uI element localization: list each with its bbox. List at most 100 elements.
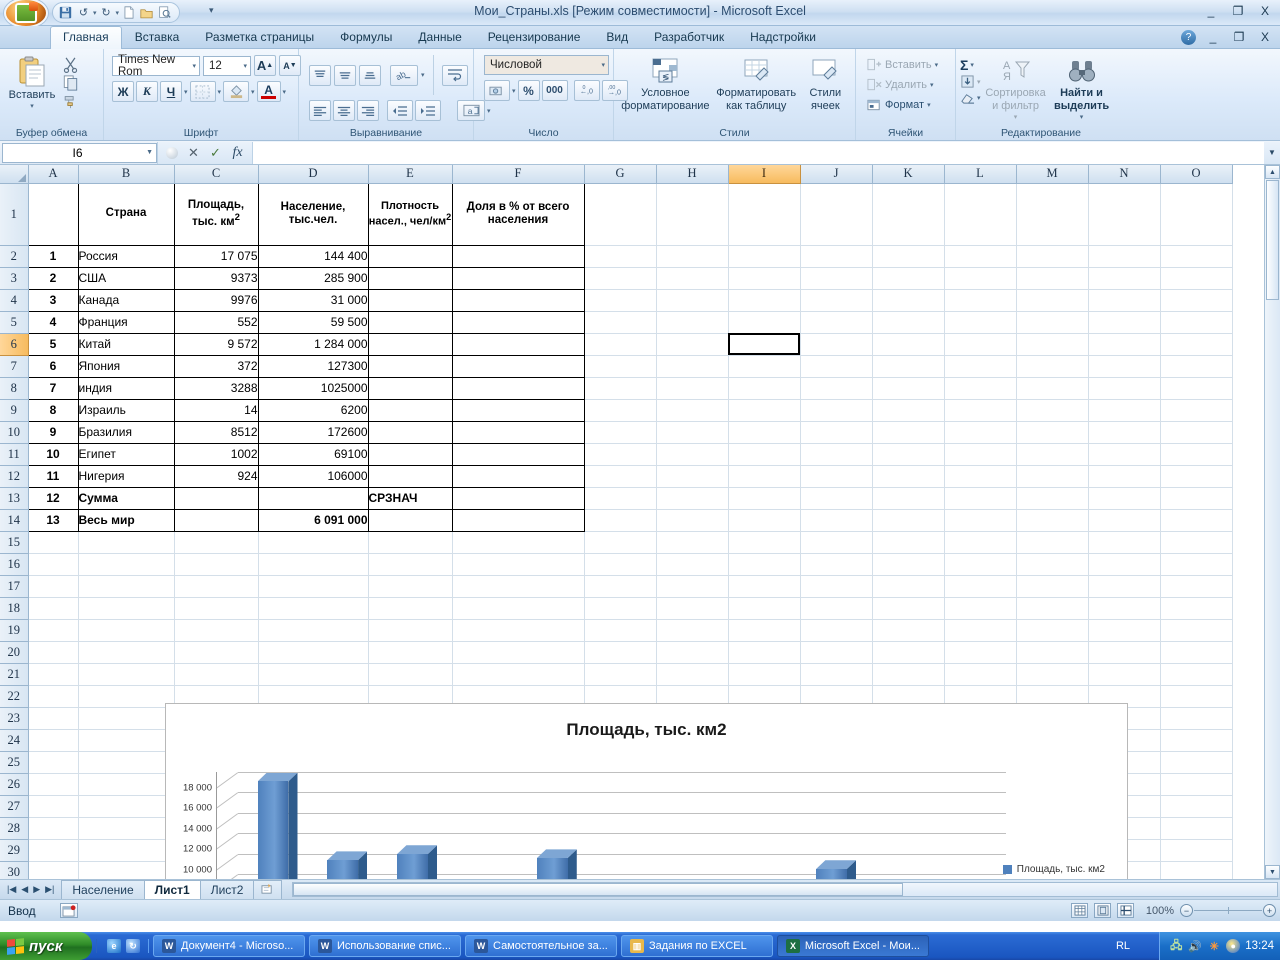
cell-E15[interactable] xyxy=(368,531,453,554)
vertical-scroll-thumb[interactable] xyxy=(1266,180,1279,300)
cell-F16[interactable] xyxy=(452,553,585,576)
cell-K16[interactable] xyxy=(872,553,945,576)
cell-I16[interactable] xyxy=(728,553,801,576)
cell-J17[interactable] xyxy=(800,575,873,598)
cell-G7[interactable] xyxy=(584,355,657,378)
align-top-button[interactable] xyxy=(309,64,331,86)
cell-B17[interactable] xyxy=(78,575,175,598)
cell-L13[interactable] xyxy=(944,487,1017,510)
cell-F2[interactable] xyxy=(451,244,585,268)
minimize-button[interactable]: _ xyxy=(1202,3,1220,19)
cell-O2[interactable] xyxy=(1160,245,1233,268)
font-color-button[interactable]: A xyxy=(256,81,281,102)
taskbar-item-ispolzovanie[interactable]: W Использование спис... xyxy=(309,935,461,957)
cell-C6[interactable]: 9 572 xyxy=(173,332,259,356)
font-name-combo[interactable]: Times New Rom ▾ xyxy=(112,54,200,78)
cell-J4[interactable] xyxy=(800,289,873,312)
cell-N18[interactable] xyxy=(1088,597,1161,620)
taskbar-item-excel[interactable]: X Microsoft Excel - Мои... xyxy=(777,935,929,957)
table-row[interactable]: 4 3 Канада 9976 31 000 xyxy=(0,288,1233,312)
cell-L18[interactable] xyxy=(944,597,1017,620)
cell-H11[interactable] xyxy=(656,443,729,466)
cell-N19[interactable] xyxy=(1088,619,1161,642)
antivirus-icon[interactable]: ✳ xyxy=(1207,939,1221,953)
cell-H17[interactable] xyxy=(656,575,729,598)
cell-C19[interactable] xyxy=(174,619,259,642)
cell-H5[interactable] xyxy=(656,311,729,334)
cell-B7[interactable]: Япония xyxy=(77,354,175,378)
cell-D19[interactable] xyxy=(258,619,369,642)
table-row[interactable]: 3 2 США 9373 285 900 xyxy=(0,266,1233,290)
table-row[interactable]: 20 xyxy=(0,641,1233,664)
cell-O24[interactable] xyxy=(1160,729,1233,752)
cell-D2[interactable]: 144 400 xyxy=(257,244,369,268)
cell-B10[interactable]: Бразилия xyxy=(77,420,175,444)
row-header-23[interactable]: 23 xyxy=(0,707,29,730)
row-header-10[interactable]: 10 xyxy=(0,421,29,444)
cell-K11[interactable] xyxy=(872,443,945,466)
cell-B13[interactable]: Сумма xyxy=(77,486,175,510)
cell-I17[interactable] xyxy=(728,575,801,598)
number-format-dropdown-icon[interactable]: ▾ xyxy=(601,61,605,69)
cell-L14[interactable] xyxy=(944,509,1017,532)
cell-F8[interactable] xyxy=(451,376,585,400)
cell-C13[interactable] xyxy=(173,486,259,510)
currency-dropdown-icon[interactable]: ▾ xyxy=(512,87,516,95)
cell-K15[interactable] xyxy=(872,531,945,554)
cell-G18[interactable] xyxy=(584,597,657,620)
cell-M16[interactable] xyxy=(1016,553,1089,576)
cell-O26[interactable] xyxy=(1160,773,1233,796)
zoom-out-button[interactable]: − xyxy=(1180,904,1193,917)
cell-J1[interactable] xyxy=(800,183,873,246)
paste-dropdown-icon[interactable]: ▾ xyxy=(30,102,34,110)
cell-N14[interactable] xyxy=(1088,509,1161,532)
record-macro-icon[interactable] xyxy=(60,903,78,918)
cell-I5[interactable] xyxy=(728,311,801,334)
cell-O15[interactable] xyxy=(1160,531,1233,554)
taskbar-item-document4[interactable]: W Документ4 - Microso... xyxy=(153,935,305,957)
workbook-restore-button[interactable]: ❐ xyxy=(1230,29,1248,45)
cell-E8[interactable] xyxy=(367,376,453,400)
clear-icon[interactable] xyxy=(960,91,975,105)
column-header-B[interactable]: B xyxy=(78,165,175,184)
cell-O4[interactable] xyxy=(1160,289,1233,312)
cell-D18[interactable] xyxy=(258,597,369,620)
network-icon[interactable]: 🖧 xyxy=(1169,939,1183,953)
cell-K14[interactable] xyxy=(872,509,945,532)
cell-O19[interactable] xyxy=(1160,619,1233,642)
cell-A12[interactable]: 11 xyxy=(27,464,79,488)
cell-A23[interactable] xyxy=(28,707,79,730)
cell-A3[interactable]: 2 xyxy=(27,266,79,290)
row-header-8[interactable]: 8 xyxy=(0,377,29,400)
cell-K2[interactable] xyxy=(872,245,945,268)
cell-D13[interactable] xyxy=(257,486,369,510)
cell-O16[interactable] xyxy=(1160,553,1233,576)
cell-B30[interactable] xyxy=(78,861,175,879)
cell-B18[interactable] xyxy=(78,597,175,620)
cell-E2[interactable] xyxy=(367,244,453,268)
delete-cells-button[interactable]: Удалить ▾ xyxy=(864,77,937,93)
cell-F7[interactable] xyxy=(451,354,585,378)
row-header-1[interactable]: 1 xyxy=(0,183,29,246)
cell-F13[interactable] xyxy=(451,486,585,510)
column-header-D[interactable]: D xyxy=(258,165,369,184)
browser-icon[interactable]: e xyxy=(107,939,121,953)
cell-O18[interactable] xyxy=(1160,597,1233,620)
font-size-combo[interactable]: 12 ▾ xyxy=(203,55,251,76)
cell-M7[interactable] xyxy=(1016,355,1089,378)
table-row[interactable]: 7 6 Япония 372 127300 xyxy=(0,354,1233,378)
cell-N9[interactable] xyxy=(1088,399,1161,422)
cell-E7[interactable] xyxy=(367,354,453,378)
cell-N7[interactable] xyxy=(1088,355,1161,378)
fill-color-button[interactable] xyxy=(223,81,250,102)
cell-F1[interactable]: Доля в % от всего населения xyxy=(451,182,585,246)
cell-O6[interactable] xyxy=(1160,333,1233,356)
cell-M13[interactable] xyxy=(1016,487,1089,510)
row-header-12[interactable]: 12 xyxy=(0,465,29,488)
cell-K6[interactable] xyxy=(872,333,945,356)
select-all-corner[interactable] xyxy=(0,165,29,184)
font-name-dropdown-icon[interactable]: ▾ xyxy=(192,62,196,70)
insert-dropdown-icon[interactable]: ▾ xyxy=(935,61,939,69)
bar-1[interactable] xyxy=(327,860,359,879)
cell-H12[interactable] xyxy=(656,465,729,488)
